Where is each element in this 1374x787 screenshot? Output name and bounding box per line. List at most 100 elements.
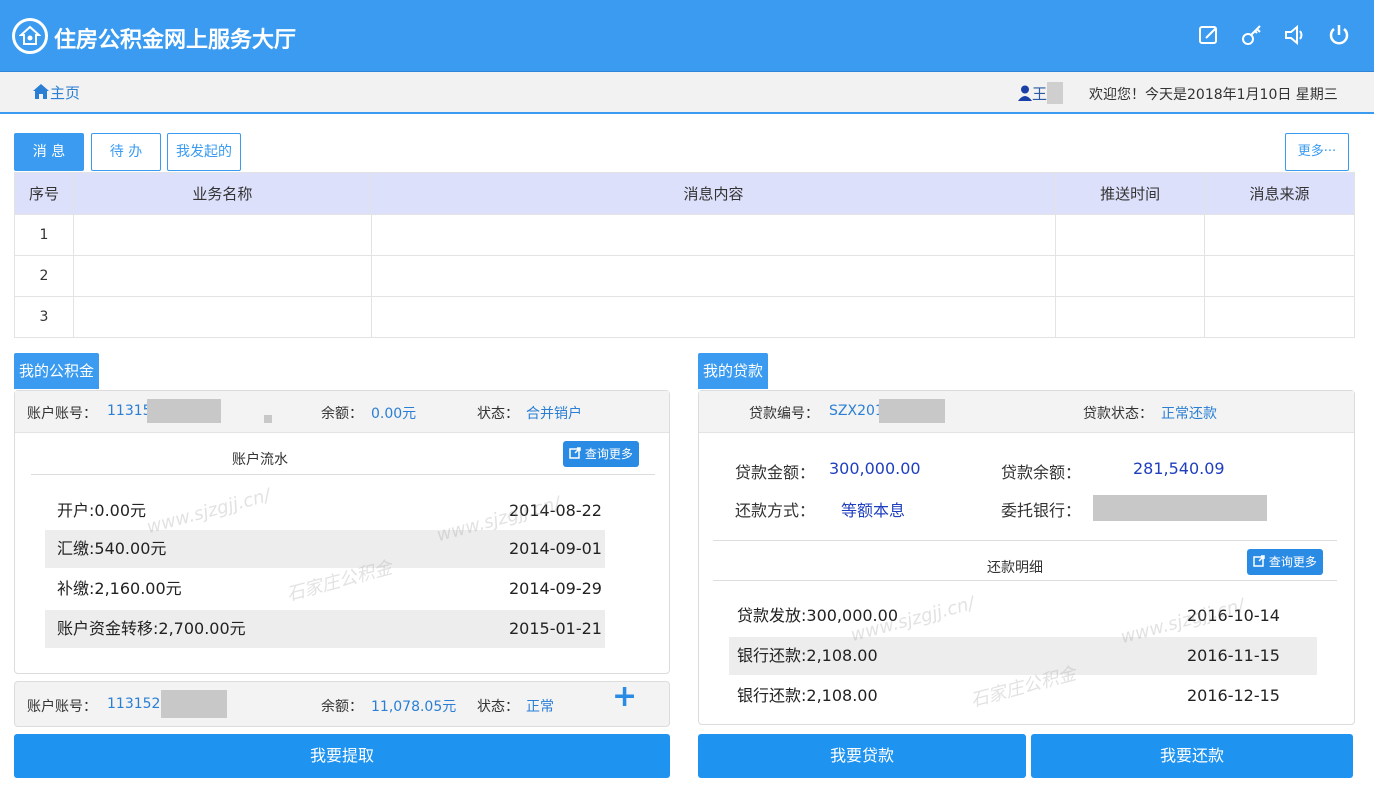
table-cell xyxy=(1204,255,1355,297)
table-cell xyxy=(72,296,372,338)
col-header-source: 消息来源 xyxy=(1204,172,1355,215)
power-icon[interactable] xyxy=(1326,22,1352,48)
repay-button[interactable]: 我要还款 xyxy=(1031,734,1353,778)
withdraw-button[interactable]: 我要提取 xyxy=(14,734,670,778)
table-cell xyxy=(370,255,1057,297)
loan-status-value: 正常还款 xyxy=(1161,406,1217,422)
fund-section-label: 我的公积金 xyxy=(14,353,100,389)
user-name: 王 xyxy=(1032,85,1048,103)
account-number: 11315 xyxy=(107,403,152,419)
account-label: 账户账号： xyxy=(27,699,97,715)
bank-mask xyxy=(1093,495,1267,521)
col-header-index: 序号 xyxy=(14,172,74,215)
flow-desc: 开户:0.00元 xyxy=(57,501,147,520)
key-icon[interactable] xyxy=(1239,22,1265,48)
home-icon xyxy=(33,84,49,99)
table-cell xyxy=(370,214,1057,256)
divider xyxy=(713,540,1337,541)
list-item: 汇缴:540.00元 2014-09-01 xyxy=(45,530,605,568)
account-label: 账户账号： xyxy=(27,406,97,422)
expand-plus-icon[interactable]: + xyxy=(612,682,637,712)
table-cell: 1 xyxy=(14,214,74,256)
table-cell xyxy=(1055,214,1206,256)
fund-account-panel-2: 账户账号： 113152 余额： 11,078.05元 状态： 正常 xyxy=(14,681,670,727)
list-item: 账户资金转移:2,700.00元 2015-01-21 xyxy=(45,610,605,648)
status-label: 状态： xyxy=(477,406,519,422)
col-header-business: 业务名称 xyxy=(72,172,372,215)
loan-apply-button[interactable]: 我要贷款 xyxy=(698,734,1026,778)
method-label: 还款方式： xyxy=(735,501,816,520)
flow-date: 2014-09-29 xyxy=(509,579,602,598)
balance-value: 11,078.05元 xyxy=(371,699,457,715)
table-row[interactable]: 3 xyxy=(14,296,1355,338)
method-value: 等额本息 xyxy=(841,501,906,520)
table-cell xyxy=(1055,255,1206,297)
remain-label: 贷款余额： xyxy=(1001,463,1082,482)
user-name-mask xyxy=(1047,82,1064,104)
flow-query-more-button[interactable]: 查询更多 xyxy=(563,441,639,467)
repay-date: 2016-11-15 xyxy=(1187,646,1280,665)
loan-header: 贷款编号： SZX201 贷款状态： 正常还款 xyxy=(699,391,1354,433)
repay-desc: 银行还款:2,108.00 xyxy=(737,686,878,705)
amount-value: 300,000.00 xyxy=(829,459,921,478)
repay-date: 2016-12-15 xyxy=(1187,686,1280,705)
loan-no-mask xyxy=(879,399,945,423)
user-icon xyxy=(1018,85,1032,101)
status-label: 状态： xyxy=(477,699,519,715)
house-logo-icon xyxy=(12,18,48,54)
repay-detail-title: 还款明细 xyxy=(987,560,1043,576)
app-title: 住房公积金网上服务大厅 xyxy=(54,28,297,53)
table-cell: 2 xyxy=(14,255,74,297)
status-value: 正常 xyxy=(526,699,554,715)
account-number: 113152 xyxy=(107,696,161,712)
home-label: 主页 xyxy=(50,84,81,102)
edit-icon[interactable] xyxy=(1196,22,1222,48)
loan-section-label: 我的贷款 xyxy=(698,353,769,389)
query-more-label: 查询更多 xyxy=(1268,555,1317,569)
flow-date: 2014-09-01 xyxy=(509,539,602,558)
table-cell xyxy=(72,255,372,297)
remain-value: 281,540.09 xyxy=(1133,459,1225,478)
top-header: 住房公积金网上服务大厅 xyxy=(0,0,1374,72)
message-table: 序号 业务名称 消息内容 推送时间 消息来源 1 2 3 xyxy=(14,172,1355,338)
mask-dot xyxy=(264,415,272,423)
loan-status-label: 贷款状态： xyxy=(1083,406,1153,422)
divider xyxy=(31,474,655,475)
welcome-text: 欢迎您！今天是2018年1月10日 星期三 xyxy=(1089,87,1338,103)
home-link[interactable]: 主页 xyxy=(32,82,80,103)
flow-desc: 补缴:2,160.00元 xyxy=(57,579,182,598)
table-cell xyxy=(1204,296,1355,338)
balance-label: 余额： xyxy=(321,406,363,422)
sub-navbar: 主页 王 欢迎您！今天是2018年1月10日 星期三 xyxy=(0,72,1374,114)
external-link-icon xyxy=(569,447,581,459)
amount-label: 贷款金额： xyxy=(735,463,816,482)
repay-query-more-button[interactable]: 查询更多 xyxy=(1247,549,1323,575)
table-row[interactable]: 1 xyxy=(14,214,1355,256)
table-cell xyxy=(72,214,372,256)
tab-todo[interactable]: 待 办 xyxy=(91,133,161,171)
more-button[interactable]: 更多··· xyxy=(1285,133,1349,171)
table-cell: 3 xyxy=(14,296,74,338)
col-header-time: 推送时间 xyxy=(1055,172,1206,215)
table-cell xyxy=(1204,214,1355,256)
fund-account-panel: 账户账号： 11315 余额： 0.00元 状态： 合并销户 账户流水 查询更多… xyxy=(14,390,670,674)
table-cell xyxy=(370,296,1057,338)
flow-date: 2015-01-21 xyxy=(509,619,602,638)
tab-messages[interactable]: 消 息 xyxy=(14,133,84,171)
table-row[interactable]: 2 xyxy=(14,255,1355,297)
tab-initiated[interactable]: 我发起的 xyxy=(167,133,241,171)
speaker-icon[interactable] xyxy=(1282,22,1308,48)
flow-desc: 账户资金转移:2,700.00元 xyxy=(57,619,246,638)
table-cell xyxy=(1055,296,1206,338)
loan-no-value: SZX201 xyxy=(829,403,884,419)
status-value: 合并销户 xyxy=(526,406,582,422)
flow-title: 账户流水 xyxy=(232,452,288,468)
balance-value: 0.00元 xyxy=(371,406,417,422)
external-link-icon xyxy=(1253,555,1265,567)
account-number-mask xyxy=(147,399,221,423)
loan-panel: 贷款编号： SZX201 贷款状态： 正常还款 贷款金额： 300,000.00… xyxy=(698,390,1355,725)
balance-label: 余额： xyxy=(321,699,363,715)
query-more-label: 查询更多 xyxy=(584,447,633,461)
divider xyxy=(713,580,1337,581)
user-info[interactable]: 王 xyxy=(1018,82,1064,104)
